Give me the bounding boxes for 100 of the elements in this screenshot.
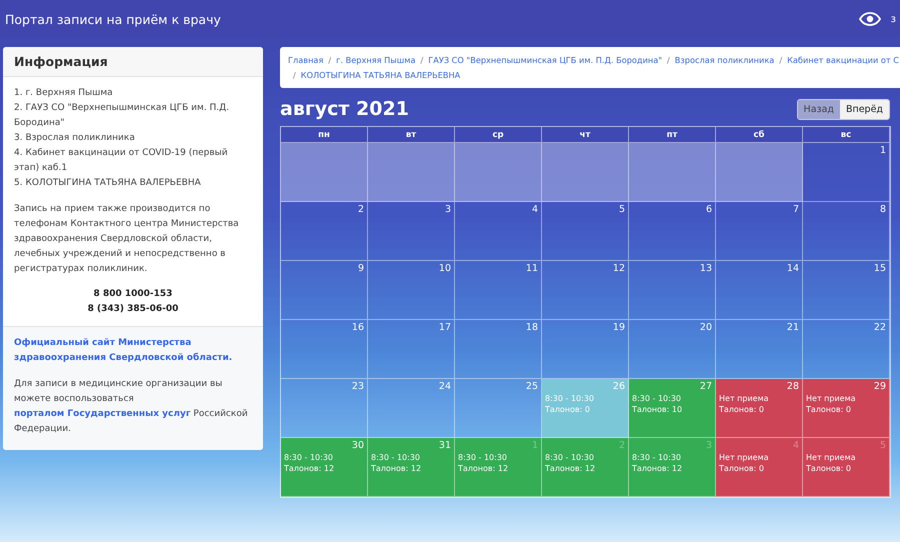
day-number: 25 — [526, 381, 538, 393]
day-cell[interactable]: 28 Нет приема Талонов: 0 — [716, 379, 803, 438]
breadcrumb-link[interactable]: г. Верхняя Пышма — [336, 54, 416, 66]
day-number: 1 — [880, 145, 886, 157]
nav-button[interactable]: Вперёд — [840, 100, 889, 118]
day-cell[interactable]: 17 — [368, 320, 455, 379]
slot-time: 8:30 - 10:30 — [458, 452, 508, 463]
breadcrumb-link[interactable]: КОЛОТЫГИНА ТАТЬЯНА ВАЛЕРЬЕВНА — [300, 69, 460, 81]
slot-time: 8:30 - 10:30 — [632, 393, 682, 404]
header-text: з — [890, 14, 896, 24]
day-cell[interactable]: 4 Нет приема Талонов: 0 — [716, 438, 803, 497]
ticket-count: Талонов: 12 — [458, 463, 510, 474]
day-cell[interactable]: 1 — [803, 143, 890, 202]
breadcrumb-link[interactable]: Взрослая поликлиника — [674, 54, 774, 66]
day-number: 1 — [532, 440, 538, 452]
day-number: 11 — [526, 263, 538, 275]
breadcrumb-separator: / — [328, 54, 332, 66]
ticket-count: Талонов: 0 — [545, 404, 591, 415]
day-cell[interactable]: 7 — [716, 202, 803, 261]
day-cell[interactable]: 9 — [281, 261, 368, 320]
weekday-header: вт — [368, 127, 455, 143]
day-cell[interactable]: 5 Нет приема Талонов: 0 — [803, 438, 890, 497]
day-number: 28 — [786, 381, 799, 393]
day-number: 21 — [786, 322, 799, 334]
day-cell[interactable]: 3 — [368, 202, 455, 261]
weekday-header: пт — [629, 127, 716, 143]
ministry-link[interactable]: Официальный сайт Министерства здравоохранения Свердловской области. — [14, 336, 252, 366]
day-number: 18 — [526, 322, 538, 334]
breadcrumb-link[interactable]: Главная — [288, 54, 324, 66]
weekday-header: ср — [455, 127, 542, 143]
day-number: 27 — [700, 381, 712, 393]
day-cell[interactable]: 13 — [629, 261, 716, 320]
info-line: 2. ГАУЗ СО "Верхнепышминская ЦГБ им. П.Д. Бородина" — [14, 102, 230, 130]
month-title: август 2021 — [280, 98, 409, 120]
day-number: 5 — [880, 440, 886, 452]
slot-time: 8:30 - 10:30 — [371, 452, 421, 463]
gosuslugi-link[interactable]: порталом Государственных услуг — [14, 409, 191, 419]
day-number: 31 — [438, 440, 451, 452]
info-line: 4. Кабинет вакцинации от COVID-19 (первый этап) каб.1 — [14, 147, 229, 175]
day-cell[interactable]: 27 8:30 - 10:30 Талонов: 10 — [629, 379, 716, 438]
weekday-header: сб — [716, 127, 803, 143]
day-cell[interactable]: 3 8:30 - 10:30 Талонов: 12 — [629, 438, 716, 497]
day-number: 7 — [792, 204, 799, 216]
day-number: 15 — [874, 263, 886, 275]
day-cell[interactable]: 2 8:30 - 10:30 Талонов: 12 — [542, 438, 629, 497]
breadcrumb-link[interactable]: ГАУЗ СО "Верхнепышминская ЦГБ им. П.Д. Бородина" — [428, 54, 662, 66]
day-number: 24 — [438, 381, 451, 393]
card-title: Информация — [3, 47, 263, 77]
info-note: Запись на прием также производится по телефонам Контактного центра Министерства здравоохранения Свердловской области, лечебных учреждений и непосредственно в регистратурах поликлиник. — [14, 203, 240, 276]
day-number: 2 — [358, 204, 364, 216]
phone-number: 8 (343) 385-06-00 — [88, 303, 178, 316]
day-cell[interactable]: 11 — [455, 261, 542, 320]
day-cell[interactable]: 30 8:30 - 10:30 Талонов: 12 — [281, 438, 368, 497]
day-cell[interactable]: 16 — [281, 320, 368, 379]
day-number: 3 — [706, 440, 712, 452]
weekday-header: вс — [803, 127, 890, 143]
day-cell[interactable]: 8 — [803, 202, 890, 261]
slot-time: Нет приема — [806, 393, 857, 404]
day-cell[interactable]: 6 — [629, 202, 716, 261]
day-number: 13 — [700, 263, 712, 275]
day-cell[interactable]: 31 8:30 - 10:30 Талонов: 12 — [368, 438, 455, 497]
day-cell[interactable]: 29 Нет приема Талонов: 0 — [803, 379, 890, 438]
breadcrumb-link[interactable]: Кабинет вакцинации от С — [787, 54, 900, 66]
slot-time: 8:30 - 10:30 — [632, 452, 682, 463]
info-line: 5. КОЛОТЫГИНА ТАТЬЯНА ВАЛЕРЬЕВНА — [14, 177, 202, 190]
ticket-count: Талонов: 10 — [632, 404, 684, 415]
day-number: 22 — [874, 322, 886, 334]
day-cell[interactable]: 2 — [281, 202, 368, 261]
day-cell[interactable]: 5 — [542, 202, 629, 261]
info-line: 1. г. Верхняя Пышма — [14, 87, 114, 100]
day-number: 12 — [612, 263, 625, 275]
ticket-count: Талонов: 0 — [719, 463, 765, 474]
day-number: 29 — [874, 381, 886, 393]
day-number: 16 — [352, 322, 364, 334]
day-cell[interactable]: 14 — [716, 261, 803, 320]
nav-button[interactable]: Назад — [798, 100, 840, 118]
day-cell[interactable]: 4 — [455, 202, 542, 261]
gosuslugi-note: Для записи в медицинские организации вы можете воспользоваться порталом Государственных услуг Российской Федерации. — [14, 378, 249, 436]
day-number: 3 — [444, 204, 451, 216]
day-number: 9 — [358, 263, 364, 275]
day-number: 5 — [618, 204, 625, 216]
day-cell[interactable]: 12 — [542, 261, 629, 320]
day-cell[interactable]: 1 8:30 - 10:30 Талонов: 12 — [455, 438, 542, 497]
day-number: 26 — [612, 381, 625, 393]
day-cell[interactable]: 15 — [803, 261, 890, 320]
ticket-count: Талонов: 12 — [632, 463, 684, 474]
day-number: 19 — [612, 322, 625, 334]
breadcrumb-separator: / — [779, 54, 782, 66]
day-cell[interactable]: 18 — [455, 320, 542, 379]
eye-icon[interactable] — [858, 12, 881, 26]
ticket-count: Талонов: 0 — [719, 404, 765, 415]
day-number: 30 — [352, 440, 364, 452]
slot-time: Нет приема — [719, 452, 770, 463]
day-cell[interactable]: 10 — [368, 261, 455, 320]
breadcrumb-separator: / — [293, 69, 296, 81]
day-number: 20 — [700, 322, 712, 334]
slot-time: 8:30 - 10:30 — [545, 452, 595, 463]
phone-number: 8 800 1000-153 — [94, 288, 172, 301]
day-number: 6 — [706, 204, 712, 216]
slot-time: 8:30 - 10:30 — [284, 452, 334, 463]
